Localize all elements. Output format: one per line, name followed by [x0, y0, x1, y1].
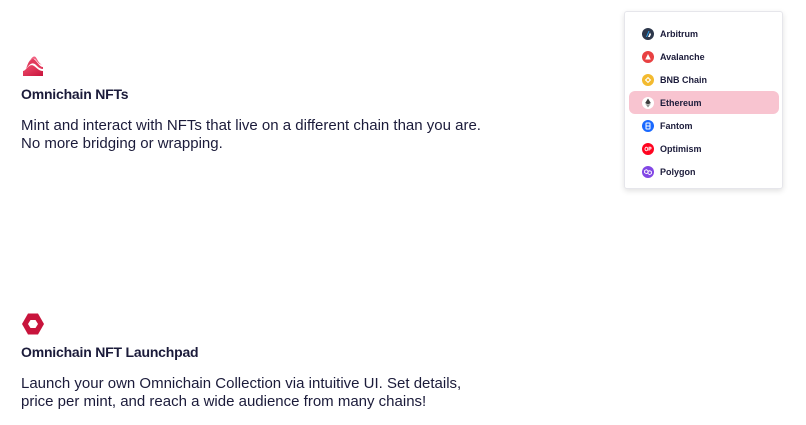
hexagon-icon: [22, 313, 44, 335]
chain-option-ethereum[interactable]: Ethereum: [629, 91, 779, 114]
chain-option-optimism[interactable]: Optimism: [625, 137, 782, 160]
polygon-icon: [642, 165, 654, 178]
chain-option-label: Optimism: [660, 143, 702, 154]
chain-option-polygon[interactable]: Polygon: [625, 160, 782, 183]
feature-omnichain-nft-launchpad: Omnichain NFT Launchpad Launch your own …: [21, 312, 491, 411]
chain-option-fantom[interactable]: Fantom: [625, 114, 782, 137]
chain-option-label: Avalanche: [660, 51, 705, 62]
feature-title: Omnichain NFT Launchpad: [21, 344, 199, 360]
arbitrum-icon: [642, 27, 654, 40]
chain-option-label: Polygon: [660, 166, 696, 177]
fantom-icon: [642, 119, 654, 132]
feature-description: Launch your own Omnichain Collection via…: [21, 375, 462, 410]
page: Omnichain NFTs Mint and interact with NF…: [0, 0, 806, 425]
chain-option-arbitrum[interactable]: Arbitrum: [625, 22, 782, 45]
feature-omnichain-nfts: Omnichain NFTs Mint and interact with NF…: [21, 54, 491, 153]
avalanche-icon: [642, 50, 654, 63]
bnb-icon: [642, 73, 654, 86]
chain-option-label: BNB Chain: [660, 74, 707, 85]
ethereum-icon: [642, 96, 654, 109]
optimism-icon: [642, 142, 654, 155]
chain-option-label: Fantom: [660, 120, 693, 131]
chain-option-bnb-chain[interactable]: BNB Chain: [625, 68, 782, 91]
chain-option-label: Ethereum: [660, 97, 702, 108]
feature-description: Mint and interact with NFTs that live on…: [21, 117, 481, 152]
chain-option-label: Arbitrum: [660, 28, 698, 39]
layered-wave-icon: [23, 56, 43, 76]
chain-option-avalanche[interactable]: Avalanche: [625, 45, 782, 68]
feature-title: Omnichain NFTs: [21, 86, 129, 102]
chain-select-dropdown: Arbitrum Avalanche BNB Chain Ethereum Fa: [624, 11, 783, 189]
